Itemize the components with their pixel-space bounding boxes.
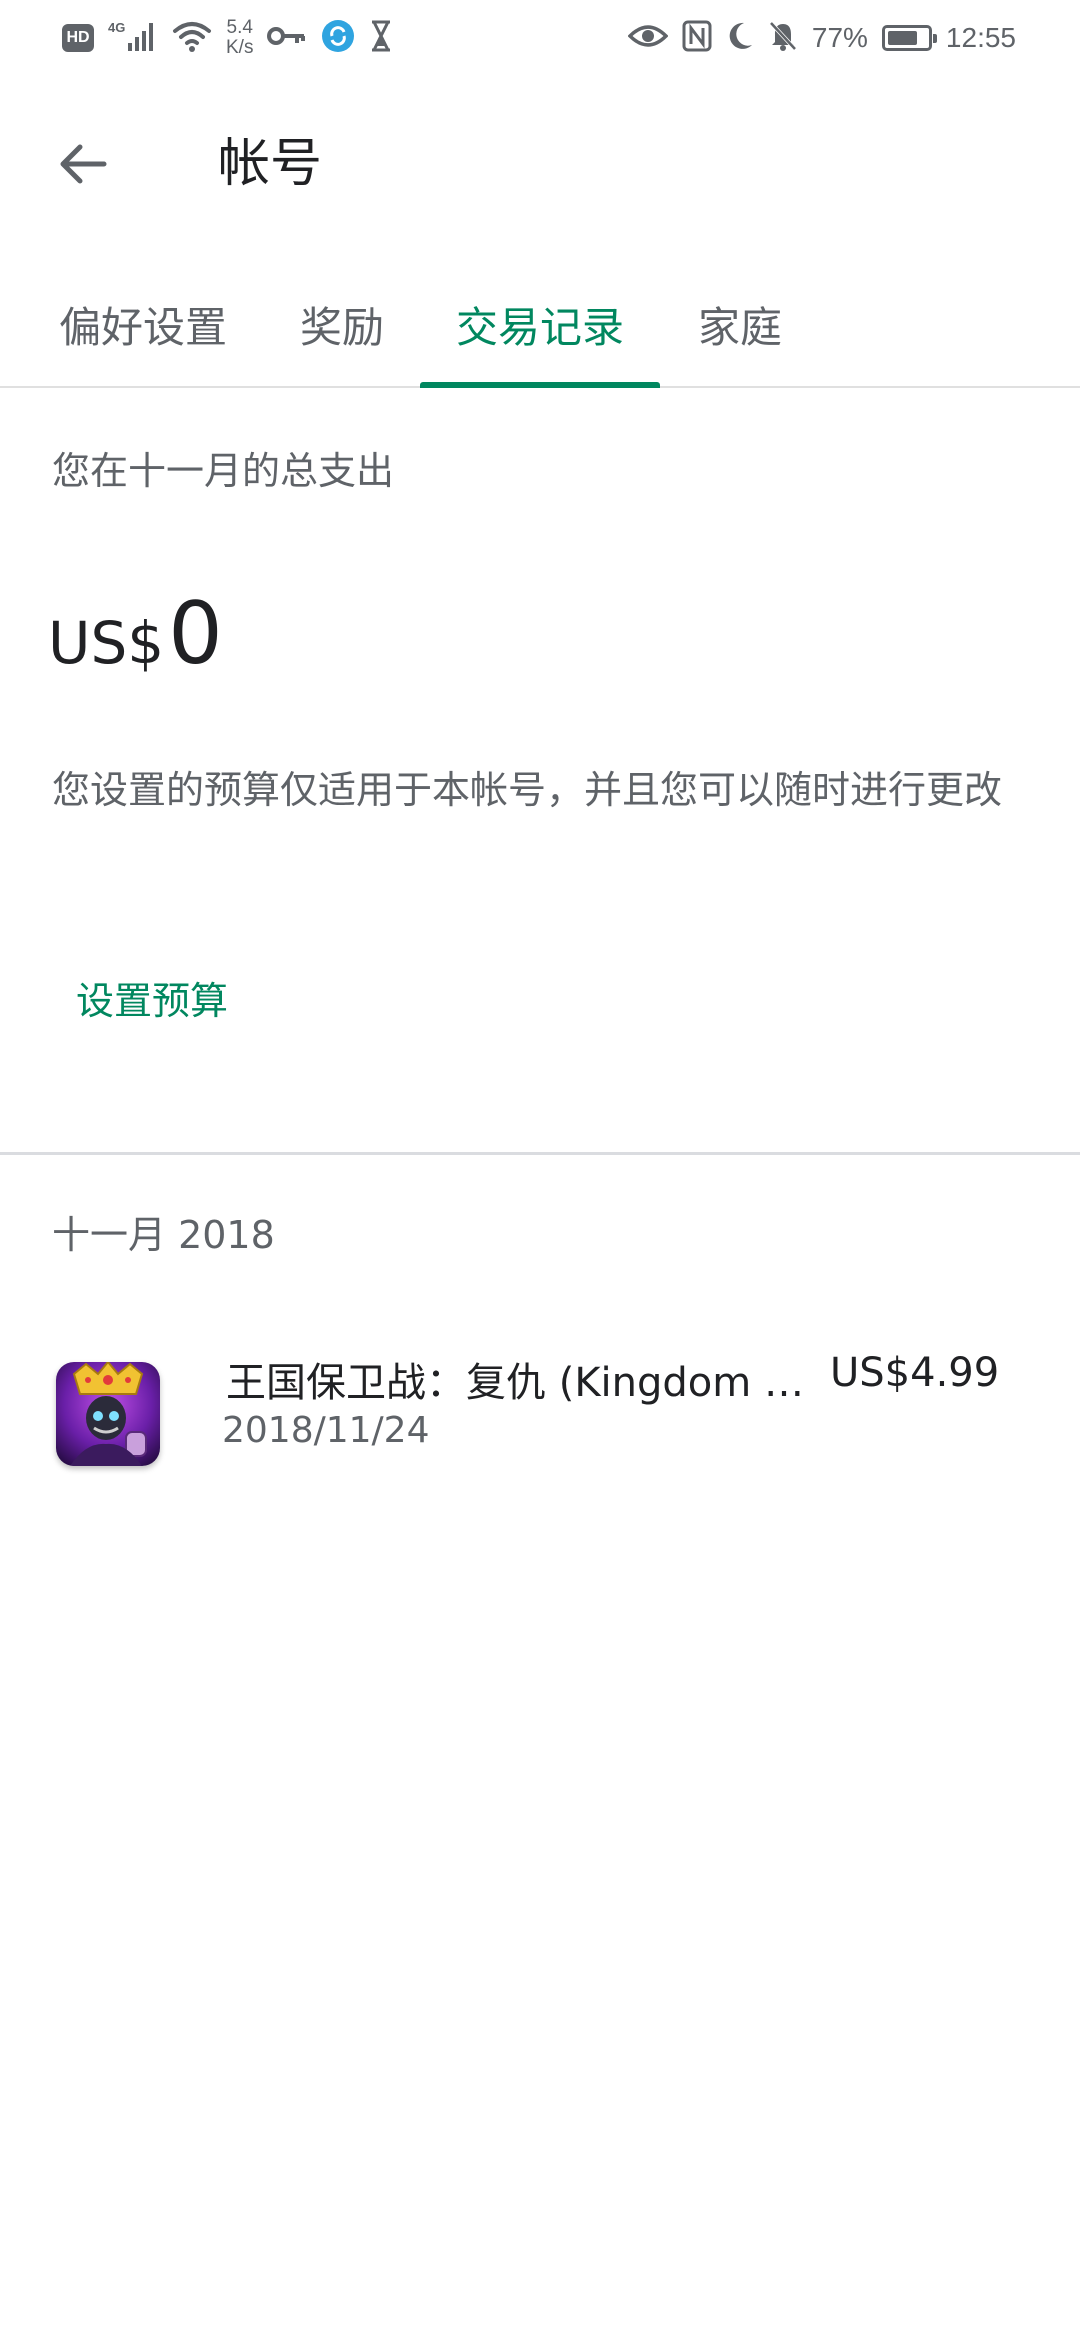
tab-label: 家庭 — [697, 302, 782, 352]
battery-icon — [881, 25, 937, 51]
transaction-row[interactable]: 王国保卫战：复仇 (Kingdom Rush Vengeance) US$4.9… — [0, 1326, 1080, 1486]
monthly-spend-amount: US$ 0 — [48, 584, 223, 684]
battery-percent: 77% — [811, 22, 868, 53]
set-budget-button[interactable]: 设置预算 — [60, 960, 244, 1035]
svg-text:4G: 4G — [108, 20, 125, 35]
budget-note: 您设置的预算仅适用于本帐号，并且您可以随时进行更改 — [52, 768, 1003, 812]
vpn-icon — [321, 19, 355, 57]
currency-symbol: US$ — [48, 609, 165, 677]
status-bar-right: 77% 12:55 — [627, 14, 1016, 62]
tab-preferences[interactable]: 偏好设置 — [56, 262, 230, 386]
monthly-spend-label: 您在十一月的总支出 — [52, 449, 395, 493]
transaction-date: 2018/11/24 — [222, 1410, 430, 1451]
arrow-back-icon — [56, 138, 108, 194]
status-time: 12:55 — [945, 22, 1016, 53]
eye-icon — [627, 22, 669, 54]
signal-icon: 4G — [108, 19, 158, 57]
battery-level-fill — [887, 31, 917, 45]
nfc-icon — [682, 20, 712, 56]
key-icon — [267, 21, 307, 55]
amount-value: 0 — [168, 584, 223, 684]
hd-icon: HD — [62, 24, 94, 52]
tab-label: 奖励 — [299, 302, 384, 352]
tab-transaction-history[interactable]: 交易记录 — [420, 262, 660, 388]
history-month-header: 十一月 2018 — [52, 1213, 275, 1257]
section-divider — [0, 1152, 1080, 1155]
wifi-icon — [172, 19, 212, 57]
app-icon — [56, 1362, 160, 1466]
tab-label: 偏好设置 — [58, 302, 227, 352]
tab-rewards[interactable]: 奖励 — [290, 262, 394, 386]
status-bar-left: HD 4G 5.4 K/s — [62, 14, 393, 62]
bell-off-icon — [768, 20, 798, 56]
tab-bar: 偏好设置 奖励 交易记录 家庭 — [0, 262, 1080, 388]
network-speed-value: 5.4 — [226, 17, 253, 38]
transaction-price: US$4.99 — [830, 1350, 1000, 1396]
network-speed-unit: K/s — [226, 37, 254, 58]
tab-label: 交易记录 — [455, 302, 624, 352]
hourglass-icon — [369, 20, 393, 56]
app-bar: 帐号 — [0, 96, 1080, 226]
moon-icon — [726, 21, 754, 55]
transaction-title: 王国保卫战：复仇 (Kingdom Rush Vengeance) — [226, 1360, 806, 1406]
tab-family[interactable]: 家庭 — [688, 262, 792, 386]
network-speed: 5.4 K/s — [226, 18, 253, 58]
back-button[interactable] — [40, 124, 124, 208]
page-title: 帐号 — [218, 134, 323, 194]
status-bar: HD 4G 5.4 K/s 77% 12:55 — [0, 0, 1080, 76]
